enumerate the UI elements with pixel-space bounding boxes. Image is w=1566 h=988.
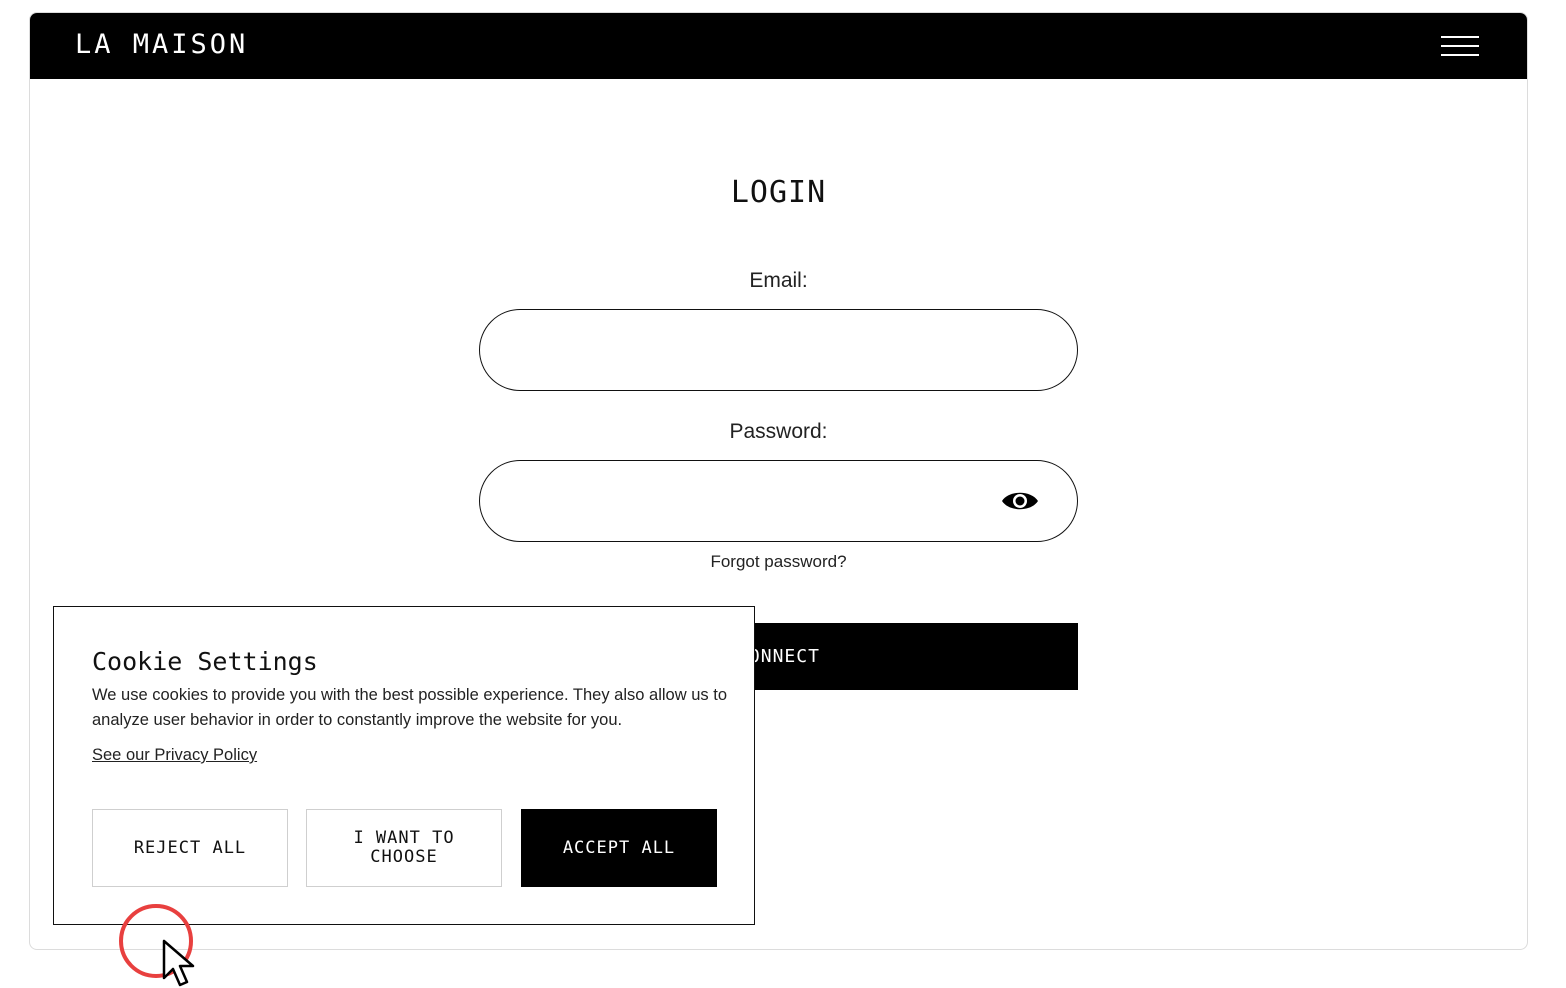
- mouse-pointer-icon: [162, 939, 195, 987]
- password-field[interactable]: [510, 461, 1010, 541]
- hamburger-menu-icon[interactable]: [1441, 35, 1479, 59]
- menu-line: [1441, 36, 1479, 38]
- email-field[interactable]: [510, 310, 1010, 390]
- forgot-password-link[interactable]: Forgot password?: [30, 552, 1527, 572]
- privacy-policy-link[interactable]: See our Privacy Policy: [92, 746, 257, 765]
- top-navigation-bar: LA MAISON: [30, 13, 1527, 79]
- menu-line: [1441, 45, 1479, 47]
- cookie-settings-dialog: Cookie Settings We use cookies to provid…: [53, 606, 755, 925]
- reject-all-button[interactable]: REJECT ALL: [92, 809, 288, 887]
- eye-icon[interactable]: [1001, 488, 1039, 514]
- choose-cookies-button[interactable]: I WANT TO CHOOSE: [306, 809, 502, 887]
- accept-all-button[interactable]: ACCEPT ALL: [521, 809, 717, 887]
- brand-logo[interactable]: LA MAISON: [75, 29, 248, 60]
- password-field-container[interactable]: [479, 460, 1078, 542]
- cookie-description: We use cookies to provide you with the b…: [92, 686, 727, 729]
- email-label: Email:: [749, 269, 808, 292]
- menu-line: [1441, 54, 1479, 56]
- email-field-container[interactable]: [479, 309, 1078, 391]
- cookie-settings-title: Cookie Settings: [92, 647, 318, 676]
- password-label: Password:: [729, 420, 828, 443]
- page-title: LOGIN: [730, 175, 827, 210]
